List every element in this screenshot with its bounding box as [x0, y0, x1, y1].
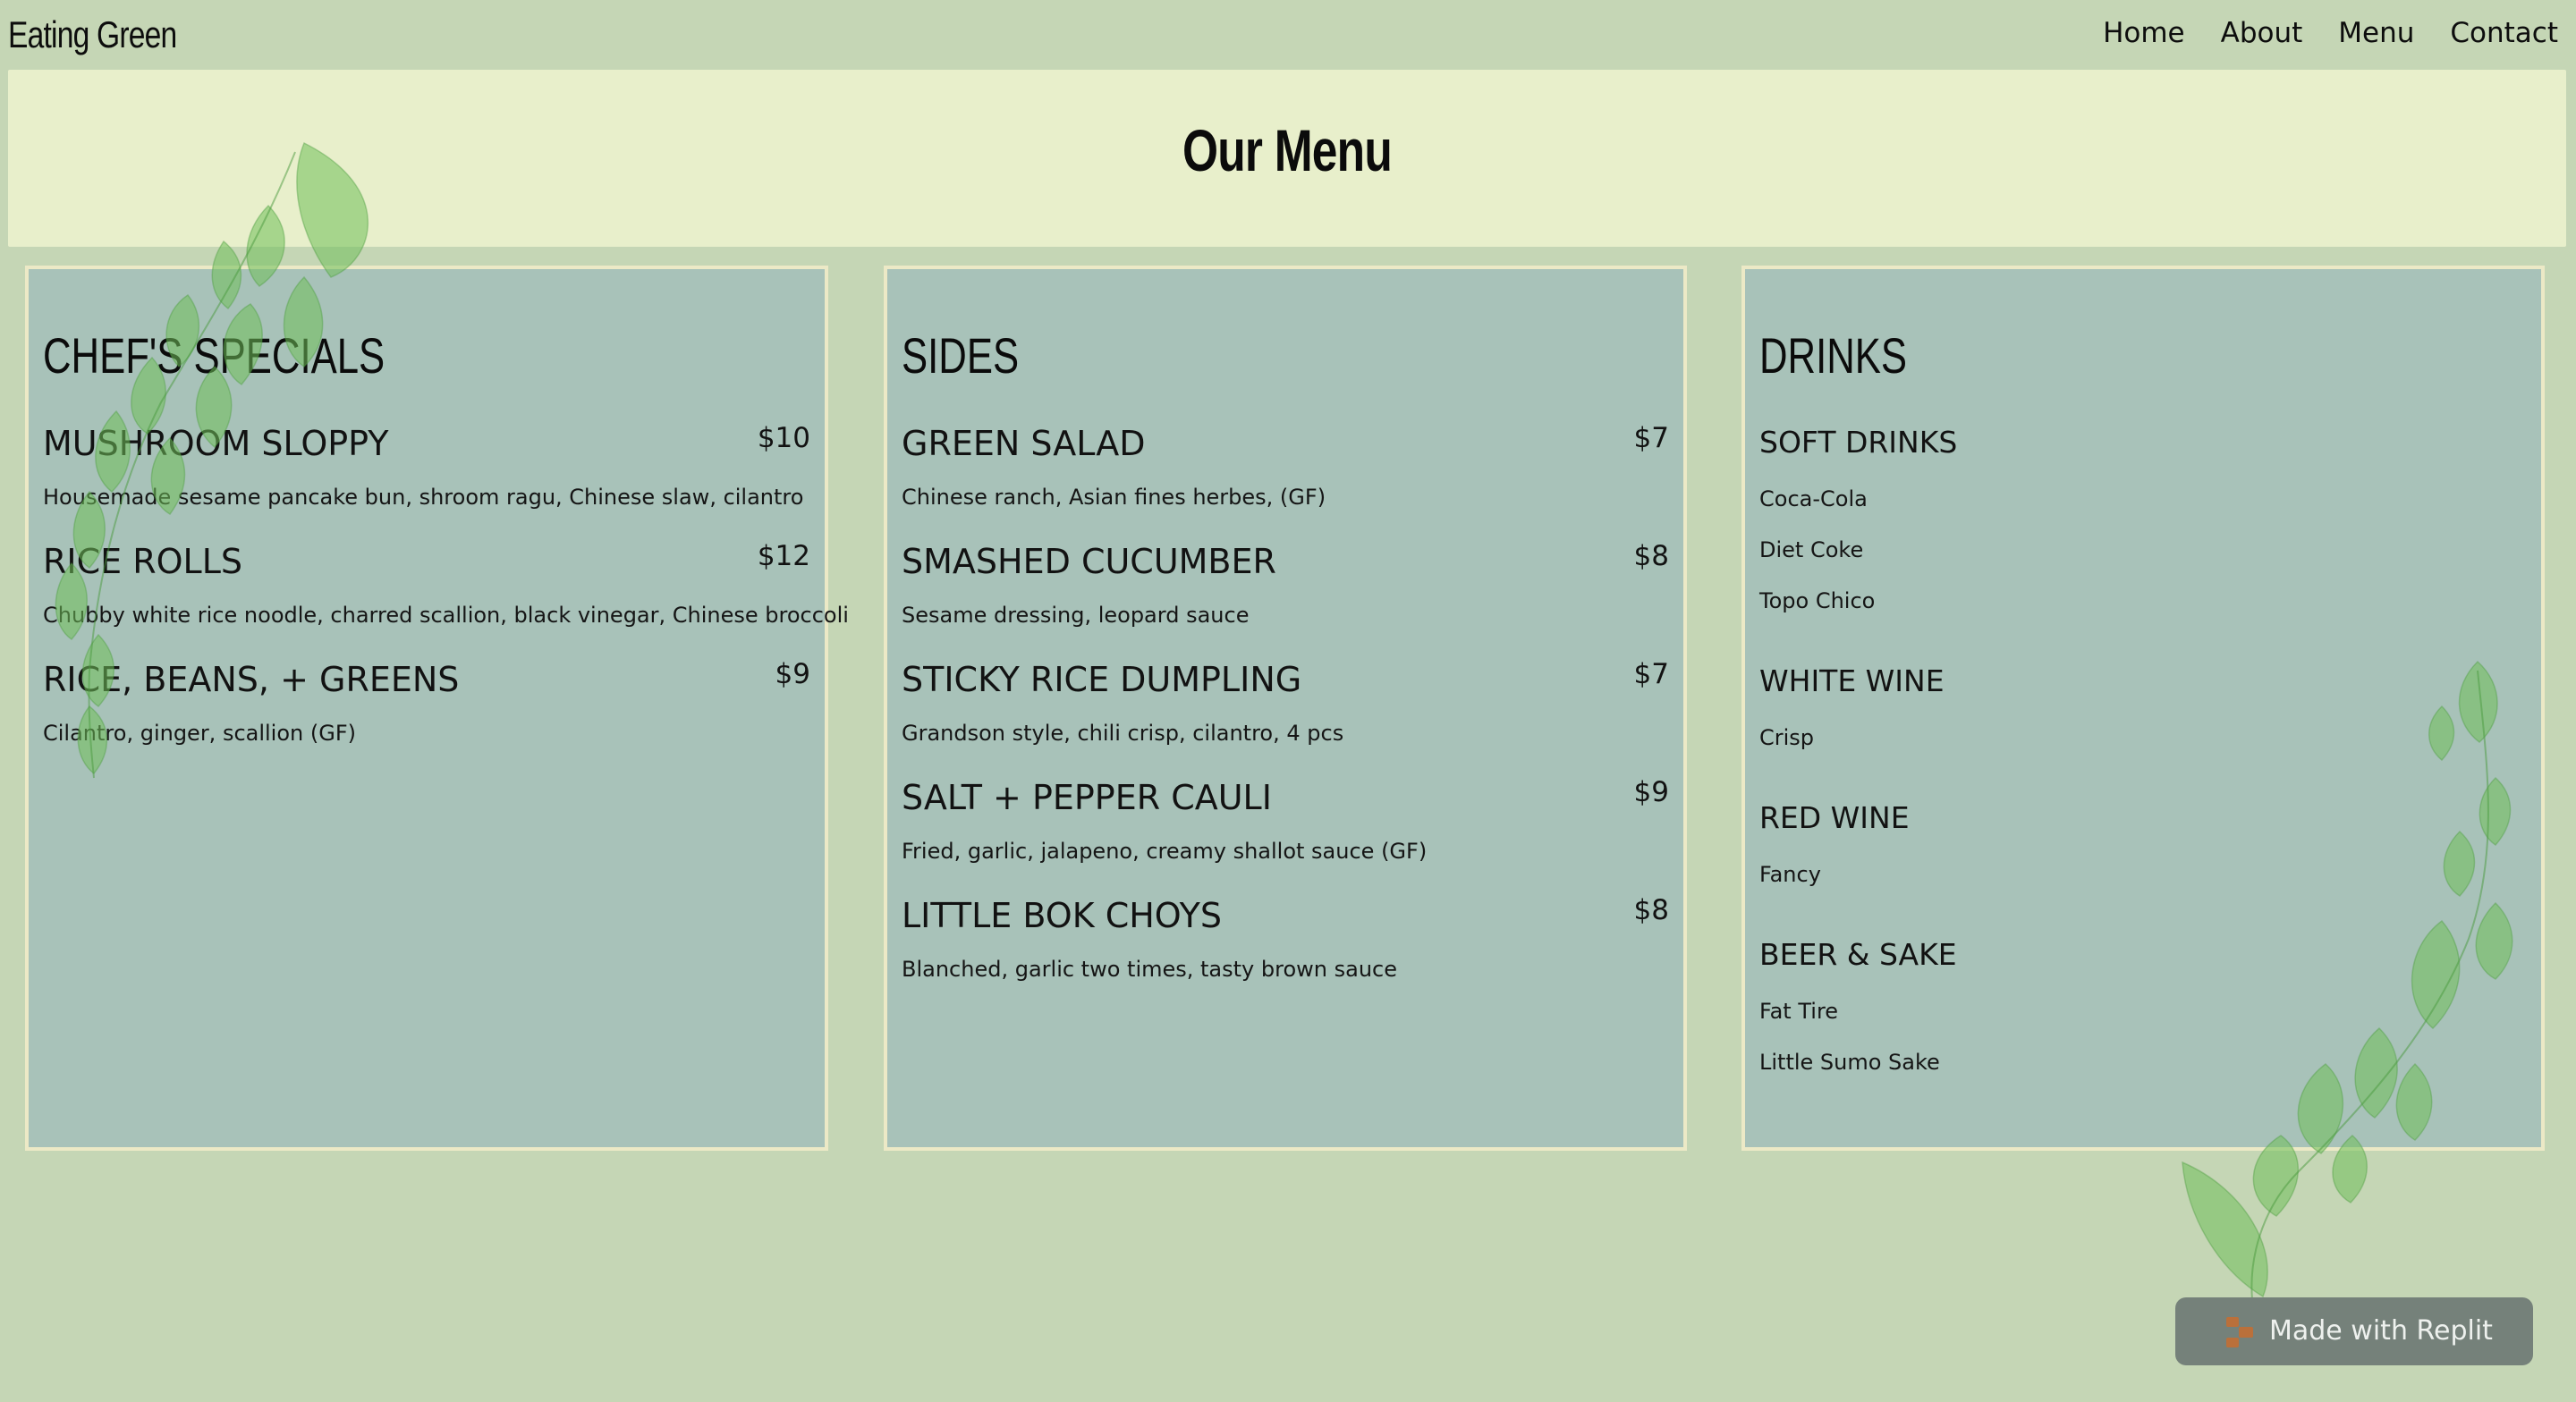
- menu-item-name: SALT + PEPPER CAULI: [902, 778, 1272, 817]
- drink-group: SOFT DRINKS Coca-Cola Diet Coke Topo Chi…: [1759, 421, 2527, 637]
- column-title: CHEF'S SPECIALS: [43, 327, 386, 384]
- drink-group-title: RED WINE: [1759, 800, 1910, 835]
- menu-item: SALT + PEPPER CAULI $9 Fried, garlic, ja…: [902, 775, 1669, 893]
- menu-item-name: RICE, BEANS, + GREENS: [43, 660, 460, 699]
- main-nav: Home About Menu Contact: [2103, 13, 2558, 54]
- drink-item: Little Sumo Sake: [1759, 1050, 1940, 1075]
- menu-item-price: $7: [1633, 658, 1669, 690]
- menu-item-description: Blanched, garlic two times, tasty brown …: [902, 957, 1397, 982]
- hero-banner: Our Menu: [8, 70, 2566, 247]
- drink-group: WHITE WINE Crisp: [1759, 660, 2527, 773]
- menu-column-chefs-specials: CHEF'S SPECIALS MUSHROOM SLOPPY $10 Hous…: [25, 266, 849, 1151]
- menu-item-description: Sesame dressing, leopard sauce: [902, 603, 1250, 628]
- drink-item: Diet Coke: [1759, 537, 1864, 562]
- menu-item-name: RICE ROLLS: [43, 542, 243, 581]
- menu-item-description: Fried, garlic, jalapeno, creamy shallot …: [902, 839, 1428, 864]
- menu-item: RICE ROLLS $12 Chubby white rice noodle,…: [43, 539, 849, 657]
- replit-logo-icon: [2226, 1317, 2253, 1347]
- drink-item: Fat Tire: [1759, 999, 1839, 1024]
- column-title: DRINKS: [1759, 327, 1908, 384]
- menu-item: SMASHED CUCUMBER $8 Sesame dressing, leo…: [902, 539, 1669, 657]
- menu-item-description: Chubby white rice noodle, charred scalli…: [43, 603, 849, 628]
- menu-item-list: MUSHROOM SLOPPY $10 Housemade sesame pan…: [43, 421, 849, 775]
- menu-column-sides: SIDES GREEN SALAD $7 Chinese ranch, Asia…: [884, 266, 1687, 1151]
- menu-item-name: STICKY RICE DUMPLING: [902, 660, 1302, 699]
- drink-group: RED WINE Fancy: [1759, 797, 2527, 910]
- menu-item-price: $9: [1633, 776, 1669, 808]
- menu-item: GREEN SALAD $7 Chinese ranch, Asian fine…: [902, 421, 1669, 539]
- menu-item-price: $8: [1633, 894, 1669, 926]
- menu-item-name: GREEN SALAD: [902, 424, 1146, 463]
- menu-item-list: GREEN SALAD $7 Chinese ranch, Asian fine…: [902, 421, 1669, 1011]
- menu-item: RICE, BEANS, + GREENS $9 Cilantro, ginge…: [43, 657, 810, 775]
- nav-link-about[interactable]: About: [2221, 13, 2303, 54]
- column-title: SIDES: [902, 327, 1020, 384]
- menu-item-name: SMASHED CUCUMBER: [902, 542, 1276, 581]
- drink-item: Topo Chico: [1759, 588, 1876, 613]
- drink-item: Crisp: [1759, 725, 1815, 750]
- made-with-replit-badge[interactable]: Made with Replit: [2175, 1297, 2533, 1365]
- nav-link-home[interactable]: Home: [2103, 13, 2185, 54]
- nav-link-contact[interactable]: Contact: [2450, 13, 2558, 54]
- menu-item-description: Chinese ranch, Asian fines herbes, (GF): [902, 485, 1326, 510]
- menu-item-description: Grandson style, chili crisp, cilantro, 4…: [902, 721, 1344, 746]
- menu-item-price: $12: [757, 540, 810, 572]
- menu-item-price: $8: [1633, 540, 1669, 572]
- menu-item-description: Housemade sesame pancake bun, shroom rag…: [43, 485, 804, 510]
- drink-item: Coca-Cola: [1759, 486, 1868, 511]
- menu-item: STICKY RICE DUMPLING $7 Grandson style, …: [902, 657, 1669, 775]
- menu-item-price: $10: [757, 422, 810, 454]
- menu-column-drinks: DRINKS SOFT DRINKS Coca-Cola Diet Coke T…: [1741, 266, 2545, 1151]
- drink-group: BEER & SAKE Fat Tire Little Sumo Sake: [1759, 933, 2527, 1098]
- brand-logo-text[interactable]: Eating Green: [8, 4, 177, 66]
- drink-item: Fancy: [1759, 862, 1821, 887]
- drink-group-title: BEER & SAKE: [1759, 937, 1957, 972]
- drink-group-list: SOFT DRINKS Coca-Cola Diet Coke Topo Chi…: [1759, 421, 2527, 1121]
- menu-item-name: LITTLE BOK CHOYS: [902, 896, 1222, 935]
- drink-group-title: SOFT DRINKS: [1759, 425, 1958, 460]
- menu-item: MUSHROOM SLOPPY $10 Housemade sesame pan…: [43, 421, 810, 539]
- menu-item-price: $7: [1633, 422, 1669, 454]
- nav-link-menu[interactable]: Menu: [2338, 13, 2414, 54]
- menu-item-price: $9: [775, 658, 810, 690]
- menu-item: LITTLE BOK CHOYS $8 Blanched, garlic two…: [902, 893, 1669, 1011]
- menu-item-description: Cilantro, ginger, scallion (GF): [43, 721, 357, 746]
- badge-label: Made with Replit: [2269, 1315, 2493, 1347]
- drink-group-title: WHITE WINE: [1759, 663, 1945, 698]
- menu-item-name: MUSHROOM SLOPPY: [43, 424, 389, 463]
- top-navbar: Eating Green Home About Menu Contact: [0, 0, 2576, 70]
- page-title: Our Menu: [1182, 117, 1393, 183]
